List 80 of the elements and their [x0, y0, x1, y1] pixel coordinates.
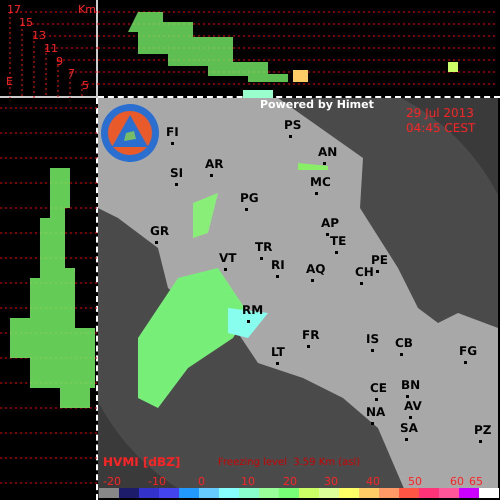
city-marker: [326, 233, 329, 236]
city-label: FR: [302, 329, 320, 341]
height-label: 5: [82, 80, 89, 91]
scale-tick-label: 65: [469, 475, 483, 488]
city-label: PZ: [474, 424, 492, 436]
city-label: TE: [330, 235, 346, 247]
city-marker: [175, 183, 178, 186]
time-label: 04:45 CEST: [406, 121, 476, 135]
scale-tick-label: 50: [408, 475, 422, 488]
city-label: GR: [150, 225, 170, 237]
city-marker: [260, 257, 263, 260]
city-marker: [276, 275, 279, 278]
scale-tick-label: 30: [324, 475, 338, 488]
city-marker: [375, 398, 378, 401]
city-marker: [400, 353, 403, 356]
city-marker: [323, 162, 326, 165]
city-label: MC: [310, 176, 331, 188]
city-marker: [224, 268, 227, 271]
city-label: RI: [271, 259, 285, 271]
date-label: 29 Jul 2013: [406, 106, 474, 120]
city-marker: [479, 440, 482, 443]
city-label: AN: [318, 146, 338, 158]
city-label: TR: [255, 241, 272, 253]
city-label: CE: [370, 382, 388, 394]
city-label: VT: [219, 252, 236, 264]
city-label: PE: [371, 254, 388, 266]
city-label: CB: [395, 337, 413, 349]
city-marker: [245, 208, 248, 211]
city-label: FI: [166, 126, 179, 138]
scale-tick-label: 0: [198, 475, 205, 488]
city-marker: [405, 438, 408, 441]
scale-tick-label: 60: [450, 475, 464, 488]
scale-tick-label: -10: [148, 475, 166, 488]
city-marker: [406, 395, 409, 398]
city-marker: [289, 135, 292, 138]
city-label: NA: [366, 406, 386, 418]
city-label: SI: [170, 167, 184, 179]
city-marker: [171, 142, 174, 145]
height-label: 15: [19, 17, 33, 28]
city-marker: [360, 282, 363, 285]
city-label: AR: [205, 158, 224, 170]
height-label: 13: [32, 30, 46, 41]
city-label: PS: [284, 119, 302, 131]
city-marker: [376, 270, 379, 273]
city-marker: [307, 345, 310, 348]
city-marker: [311, 279, 314, 282]
emblem-logo-icon: [100, 103, 160, 163]
city-label: AQ: [306, 263, 326, 275]
city-label: PG: [240, 192, 259, 204]
height-label: 9: [56, 56, 63, 67]
scale-tick-label: -20: [103, 475, 121, 488]
height-label: 11: [44, 43, 58, 54]
city-marker: [247, 320, 250, 323]
city-marker: [210, 174, 213, 177]
legend-title: HVMI [dBZ]: [103, 455, 180, 469]
city-label: BN: [401, 379, 420, 391]
direction-label: E: [6, 76, 13, 87]
height-label: 7: [68, 68, 75, 79]
city-label: AP: [321, 217, 340, 229]
scale-tick-label: 40: [366, 475, 380, 488]
city-marker: [371, 349, 374, 352]
city-label: CH: [355, 266, 374, 278]
city-marker: [315, 192, 318, 195]
city-label: SA: [400, 422, 418, 434]
city-label: IS: [366, 333, 380, 345]
scale-tick-label: 20: [283, 475, 297, 488]
city-label: RM: [242, 304, 264, 316]
city-label: LT: [271, 346, 285, 358]
city-marker: [371, 422, 374, 425]
freezing-level-label: Freezing level 3.59 Km (asl): [218, 457, 360, 468]
city-label: FG: [459, 345, 478, 357]
city-marker: [155, 241, 158, 244]
scale-tick-label: 10: [241, 475, 255, 488]
unit-label: Km: [78, 4, 96, 15]
city-marker: [335, 251, 338, 254]
city-marker: [464, 361, 467, 364]
city-marker: [276, 362, 279, 365]
height-label: 17: [7, 4, 21, 15]
city-marker: [409, 416, 412, 419]
city-label: AV: [404, 400, 422, 412]
